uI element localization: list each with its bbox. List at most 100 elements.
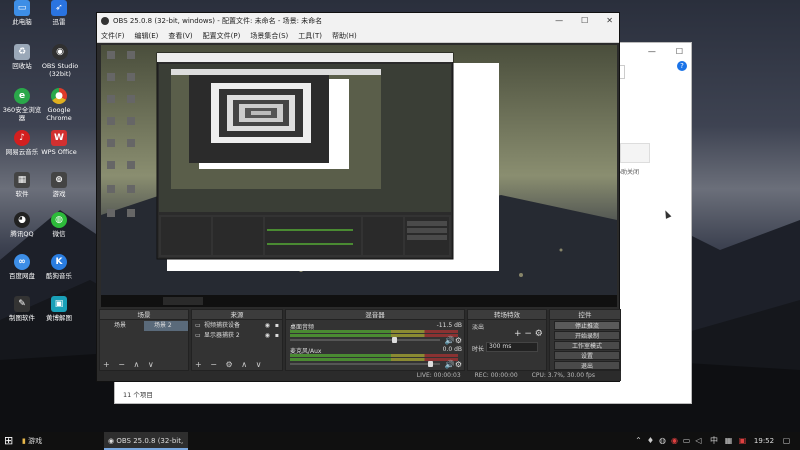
speaker-gear-icon[interactable]: 🔊⚙ xyxy=(445,336,462,345)
sources-dock-toolbar[interactable]: + − ⚙ ∧ ∨ xyxy=(192,360,282,370)
volume-icon[interactable]: ◁ xyxy=(694,436,703,445)
image-app-icon: ▣ xyxy=(51,296,67,312)
taskbar-item-games[interactable]: ▮ 游戏 xyxy=(22,432,102,450)
windows-start-icon[interactable]: ⊞ xyxy=(4,432,13,450)
taskbar-clock[interactable]: 19:52 xyxy=(752,432,776,450)
sources-dock-title: 来源 xyxy=(192,310,282,320)
studio-mode-button[interactable]: 工作室模式 xyxy=(554,341,620,350)
volume-slider-handle[interactable] xyxy=(391,337,397,343)
eye-icon[interactable]: ◉ xyxy=(265,321,270,331)
scene-item[interactable]: 场景 xyxy=(100,321,144,331)
security-icon[interactable]: ◍ xyxy=(658,436,667,445)
network-icon[interactable]: ▭ xyxy=(682,436,691,445)
desktop-icon-label: 此电脑 xyxy=(12,18,32,26)
transition-add-button[interactable]: + − ⚙ xyxy=(514,329,543,339)
obs-preview-canvas[interactable] xyxy=(101,45,617,307)
wechat-icon: ◍ xyxy=(51,212,67,228)
eye-icon[interactable]: ◉ xyxy=(265,331,270,341)
desktop-icon-thunder[interactable]: ➶ 迅雷 xyxy=(37,0,81,40)
explorer-item-count: 11 个项目 xyxy=(123,391,153,399)
mixer-dock: 混音器 桌面音频 -11.5 dB 🔊⚙ 麦克风/Aux 0.0 dB 🔊⚙ xyxy=(285,309,465,371)
taskbar-item-label: 游戏 xyxy=(28,437,43,445)
source-item[interactable]: ▭ 视频捕获设备 ◉ ▪ xyxy=(192,321,282,331)
stop-streaming-button[interactable]: 停止推流 xyxy=(554,321,620,330)
action-center-icon[interactable]: ▢ xyxy=(782,436,791,445)
source-item-label: 视频捕获设备 xyxy=(204,322,241,329)
explorer-file-thumbnail[interactable] xyxy=(620,143,650,163)
desktop-icon-label: Google Chrome xyxy=(46,106,72,122)
lock-icon[interactable]: ▪ xyxy=(275,331,279,341)
menu-file[interactable]: 文件(F) xyxy=(101,31,125,41)
desktop-icon-image-app[interactable]: ▣ 黄博解图 xyxy=(37,296,81,336)
settings-button[interactable]: 设置 xyxy=(554,351,620,360)
volume-slider-handle[interactable] xyxy=(427,361,433,367)
rec-status: REC: 00:00:00 xyxy=(474,372,518,379)
desktop-icon-obs[interactable]: ◉ OBS Studio (32bit) xyxy=(37,44,83,84)
desktop-icon-label: 微信 xyxy=(52,230,66,238)
lock-icon[interactable]: ▪ xyxy=(275,321,279,331)
desktop-icon-games[interactable]: ⊚ 游戏 xyxy=(37,172,81,212)
explorer-minimize-button[interactable]: — xyxy=(648,47,656,56)
baidu-pan-icon: ∞ xyxy=(14,254,30,270)
taskbar-item-obs[interactable]: ◉ OBS 25.0.8 (32-bit, ... xyxy=(104,432,188,450)
explorer-maximize-button[interactable]: ☐ xyxy=(676,47,683,56)
obs-app-icon xyxy=(101,17,109,25)
browser-360-icon: e xyxy=(14,88,30,104)
desktop-icon-label: WPS Office xyxy=(41,148,77,156)
recycle-bin-icon: ♻ xyxy=(14,44,30,60)
input-method-icon[interactable]: ▦ xyxy=(724,436,733,445)
menu-edit[interactable]: 编辑(E) xyxy=(135,31,159,41)
menu-scene-collection[interactable]: 场景集合(S) xyxy=(250,31,288,41)
desktop-icon-chrome[interactable]: ● Google Chrome xyxy=(37,88,81,128)
monitor-icon: ▭ xyxy=(195,332,201,339)
scenes-dock-toolbar[interactable]: + − ∧ ∨ xyxy=(100,360,188,370)
transition-type-select[interactable]: 淡出 xyxy=(472,322,516,331)
windows-taskbar: ⊞ ▮ 游戏 ◉ OBS 25.0.8 (32-bit, ... ⌃ ♦ ◍ ◉… xyxy=(0,432,800,450)
audio-meter xyxy=(290,354,458,357)
audio-meter xyxy=(290,330,458,333)
transition-duration-input[interactable]: 300 ms xyxy=(486,342,538,352)
controls-dock-title: 控件 xyxy=(550,310,620,320)
computer-icon: ▭ xyxy=(14,0,30,16)
menu-view[interactable]: 查看(V) xyxy=(168,31,192,41)
source-item-label: 显示器捕获 2 xyxy=(204,332,240,339)
desktop-icon-label: 迅雷 xyxy=(52,18,66,26)
menu-profile[interactable]: 配置文件(P) xyxy=(203,31,241,41)
scene-item-selected[interactable]: 场景 2 xyxy=(144,321,188,331)
start-recording-button[interactable]: 开始录制 xyxy=(554,331,620,340)
chevron-up-icon[interactable]: ⌃ xyxy=(634,436,643,445)
gamepad-icon: ⊚ xyxy=(51,172,67,188)
mixer-dock-title: 混音器 xyxy=(286,310,464,320)
obs-icon: ◉ xyxy=(52,44,68,60)
menu-help[interactable]: 帮助(H) xyxy=(332,31,357,41)
obs-maximize-button[interactable]: ☐ xyxy=(581,13,588,29)
obs-close-button[interactable]: ✕ xyxy=(606,13,613,29)
antivirus-icon[interactable]: ◉ xyxy=(670,436,679,445)
microphone-icon[interactable]: ♦ xyxy=(646,436,655,445)
scenes-dock-title: 场景 xyxy=(100,310,188,320)
mixer-channel-db: -11.5 dB xyxy=(436,322,462,329)
mixer-channel-desktop: 桌面音频 -11.5 dB 🔊⚙ xyxy=(290,322,466,345)
mixer-channel-db: 0.0 dB xyxy=(442,346,462,353)
monitor-icon: ▭ xyxy=(195,322,201,329)
controls-dock: 控件 停止推流 开始录制 工作室模式 设置 退出 xyxy=(549,309,621,371)
help-icon[interactable]: ? xyxy=(677,61,687,71)
desktop-icon-label: OBS Studio (32bit) xyxy=(41,62,79,78)
volume-slider[interactable] xyxy=(290,361,440,367)
notification-icon[interactable]: ▣ xyxy=(738,436,747,445)
desktop-icon-wechat[interactable]: ◍ 微信 xyxy=(37,212,81,252)
obs-minimize-button[interactable]: — xyxy=(555,13,563,29)
scenes-dock: 场景 场景 场景 2 + − ∧ ∨ xyxy=(99,309,189,371)
exit-button[interactable]: 退出 xyxy=(554,361,620,370)
speaker-gear-icon[interactable]: 🔊⚙ xyxy=(445,360,462,369)
volume-slider[interactable] xyxy=(290,337,440,343)
cpu-status: CPU: 3.7%, 30.00 fps xyxy=(531,372,595,379)
desktop-icon-wps[interactable]: W WPS Office xyxy=(37,130,81,170)
input-language-indicator[interactable]: 中 xyxy=(708,436,720,445)
obs-menubar: 文件(F) 编辑(E) 查看(V) 配置文件(P) 场景集合(S) 工具(T) … xyxy=(97,29,619,43)
desktop-icon-kugou[interactable]: K 酷狗音乐 xyxy=(37,254,81,294)
obs-window-controls: — ☐ ✕ xyxy=(555,13,613,29)
menu-tools[interactable]: 工具(T) xyxy=(298,31,322,41)
source-item[interactable]: ▭ 显示器捕获 2 ◉ ▪ xyxy=(192,331,282,341)
transitions-dock: 转场特效 淡出 + − ⚙ 时长 300 ms xyxy=(467,309,547,371)
